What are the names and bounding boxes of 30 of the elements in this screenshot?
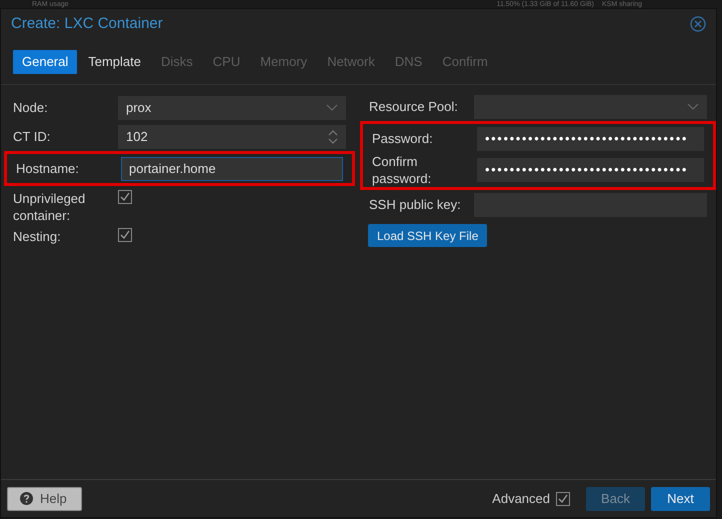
chevron-down-icon <box>687 102 699 110</box>
password-field[interactable]: ••••••••••••••••••••••••••••••••• <box>477 126 704 150</box>
spinner-arrows-icon[interactable] <box>328 128 338 144</box>
window-title: Create: LXC Container <box>11 14 163 34</box>
field-label: Hostname: <box>16 160 80 177</box>
field-label: Unprivileged container: <box>13 190 86 224</box>
checkbox[interactable] <box>118 190 132 204</box>
field-label: Node: <box>13 99 49 116</box>
tab[interactable]: General <box>13 50 78 74</box>
help-icon <box>20 492 33 505</box>
checkbox[interactable] <box>118 228 132 242</box>
next-button[interactable]: Next <box>651 486 710 510</box>
advanced-label: Advanced <box>492 490 550 508</box>
field-label: CT ID: <box>13 128 52 145</box>
tab[interactable]: Template <box>79 50 150 74</box>
password-field[interactable]: ••••••••••••••••••••••••••••••••• <box>477 158 704 182</box>
field-label: SSH public key: <box>369 196 462 213</box>
field-label: Nesting: <box>13 228 62 245</box>
input-field[interactable]: portainer.home <box>121 156 343 180</box>
load-ssh-key-button[interactable]: Load SSH Key File <box>368 224 488 247</box>
checkbox[interactable] <box>556 492 570 506</box>
field-label: Confirm password: <box>372 153 432 187</box>
field-label: Password: <box>372 130 434 147</box>
chevron-down-icon <box>326 104 338 112</box>
close-icon[interactable] <box>690 16 706 32</box>
help-button[interactable]: Help <box>7 486 82 510</box>
select-field[interactable] <box>474 94 707 118</box>
field-label: Resource Pool: <box>369 98 459 115</box>
select-field[interactable]: prox <box>118 96 346 120</box>
number-field[interactable]: 102 <box>118 124 346 148</box>
